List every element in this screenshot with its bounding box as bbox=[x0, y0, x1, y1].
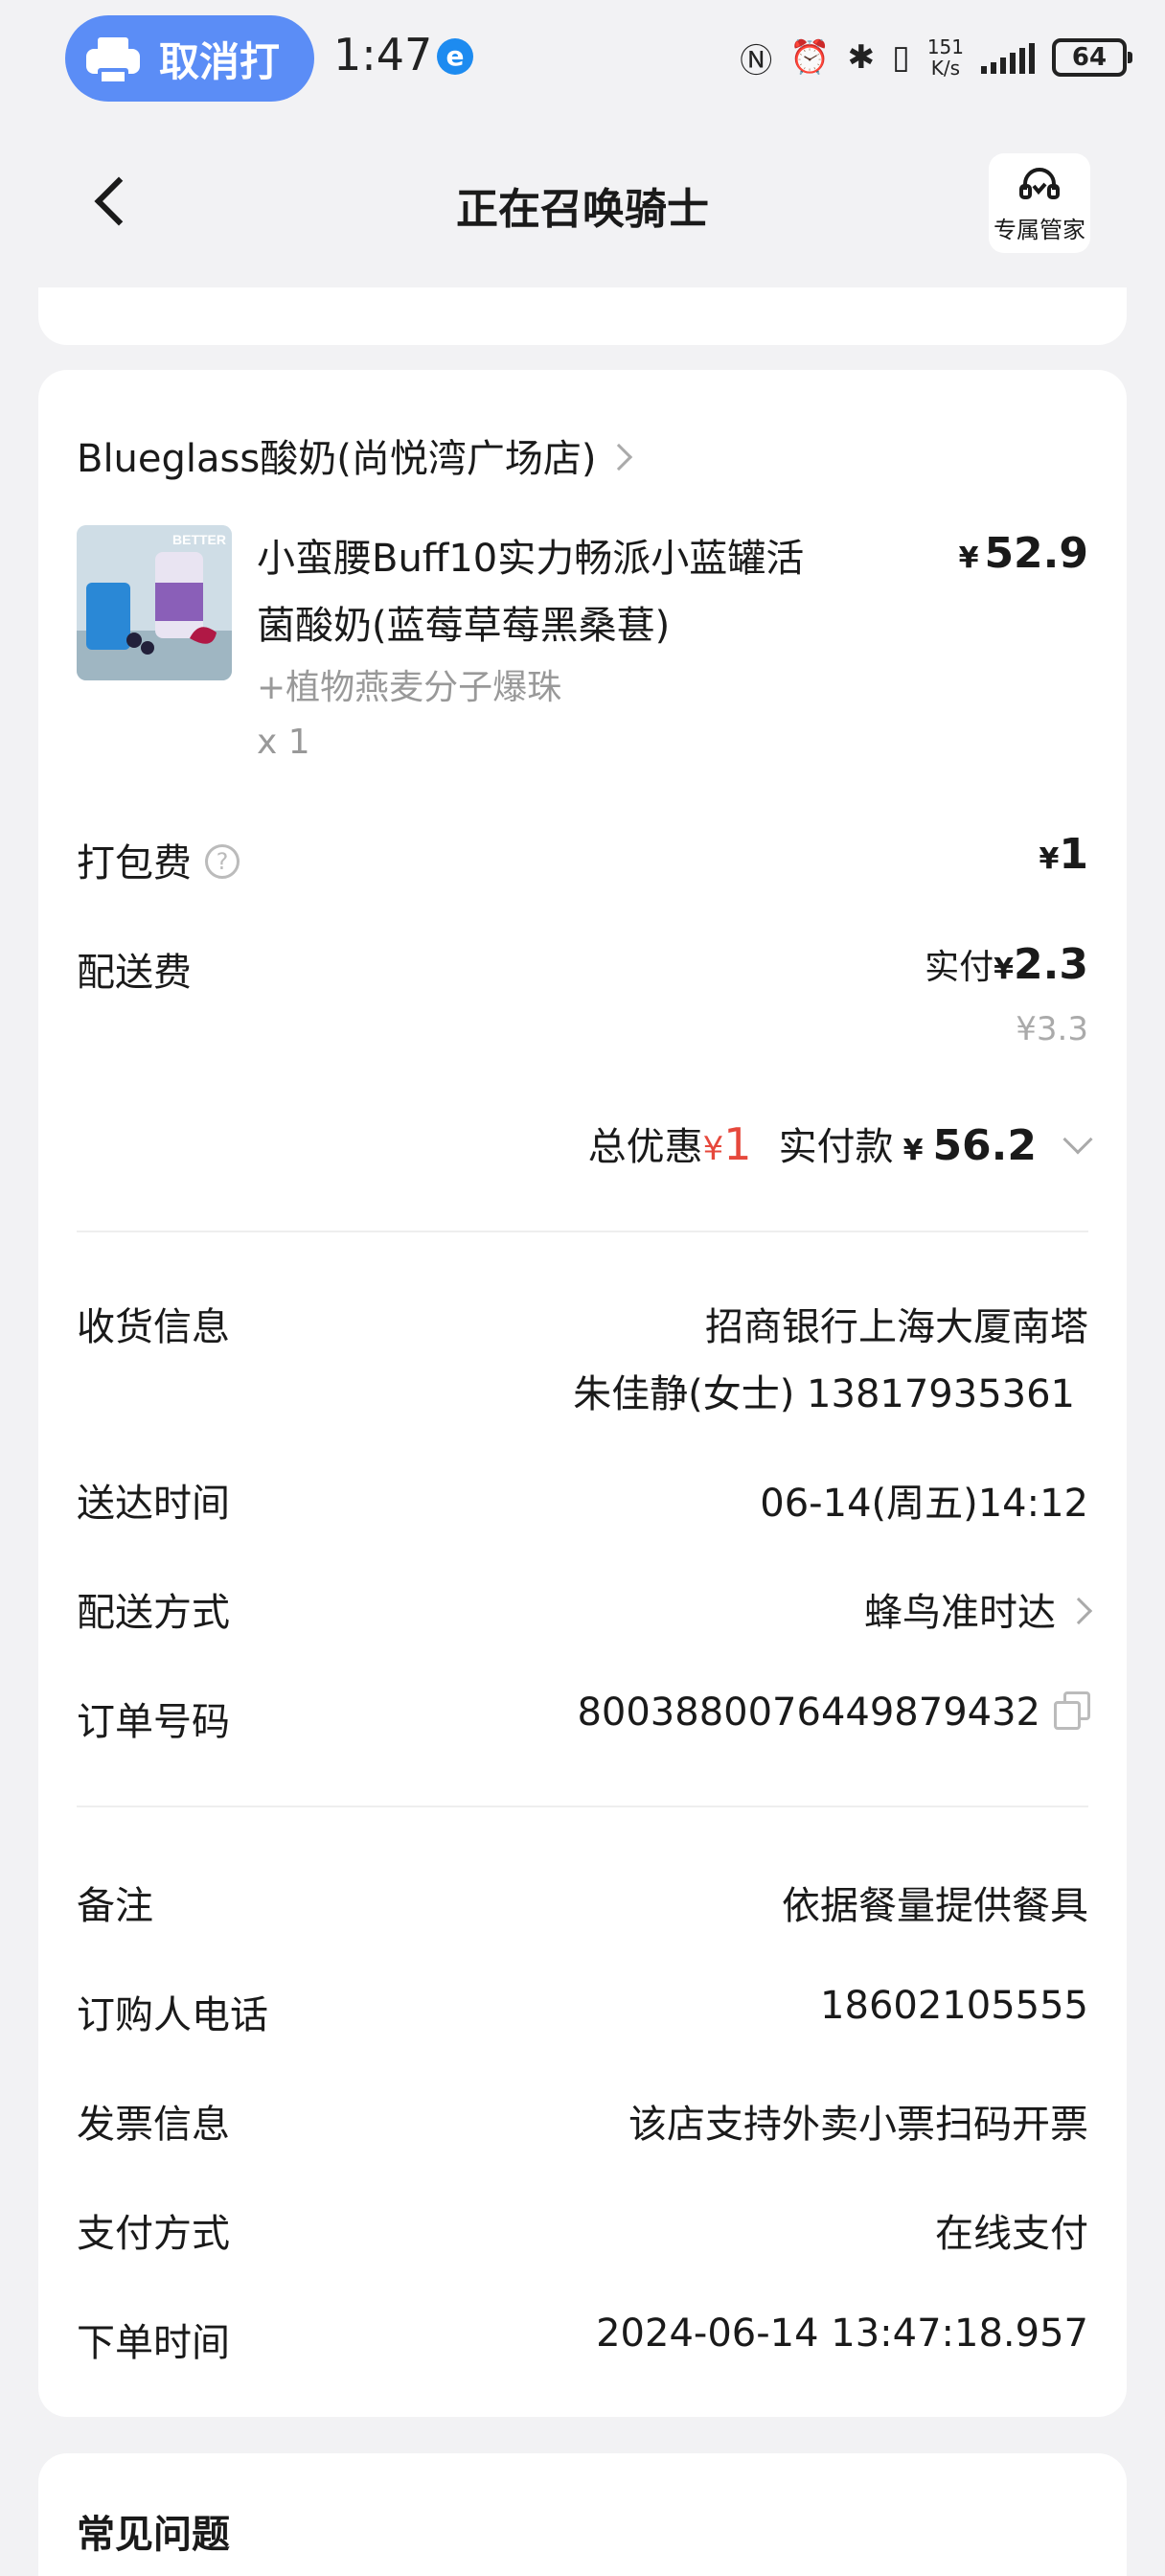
invoice-label: 发票信息 bbox=[77, 2103, 230, 2147]
store-link[interactable]: Blueglass酸奶(尚悦湾广场店) bbox=[77, 427, 633, 483]
previous-card bbox=[38, 288, 1127, 345]
chevron-right-icon bbox=[1064, 1597, 1093, 1625]
product-price: ¥52.9 bbox=[958, 529, 1088, 578]
alarm-icon: ⏰ bbox=[789, 38, 831, 77]
divider bbox=[77, 1806, 1088, 1807]
vibrate-icon: ▯ bbox=[892, 38, 910, 77]
packing-fee-value: ¥1 bbox=[1039, 830, 1089, 879]
delivery-fee-original: ¥3.3 bbox=[1016, 1010, 1088, 1048]
delivery-method-value: 蜂鸟准时达 bbox=[864, 1591, 1056, 1635]
product-name: 小蛮腰Buff10实力畅派小蓝罐活菌酸奶(蓝莓草莓黑桑葚) bbox=[257, 537, 805, 648]
cast-cancel-label: 取消打 bbox=[159, 37, 281, 85]
note-value: 依据餐量提供餐具 bbox=[782, 1884, 1088, 1928]
faq-title: 常见问题 bbox=[77, 2513, 230, 2557]
order-total-summary[interactable]: 总优惠 ¥1 实付款 ¥ 56.2 bbox=[587, 1116, 1093, 1171]
arrival-time-value: 06-14(周五)14:12 bbox=[760, 1482, 1088, 1526]
headset-icon bbox=[1019, 168, 1060, 199]
order-number-value: 8003880076449879432 bbox=[577, 1690, 1090, 1735]
address-label: 收货信息 bbox=[77, 1305, 230, 1349]
product-quantity: x 1 bbox=[257, 723, 310, 762]
bluetooth-icon: ✱ bbox=[847, 38, 876, 77]
arrival-time-label: 送达时间 bbox=[77, 1482, 230, 1526]
order-time-value: 2024-06-14 13:47:18.957 bbox=[596, 2312, 1088, 2356]
order-detail-card: Blueglass酸奶(尚悦湾广场店) BETTER 小蛮腰Buff10实力畅派… bbox=[38, 370, 1127, 2417]
product-addon: +植物燕麦分子爆珠 bbox=[257, 668, 562, 707]
delivery-method-label: 配送方式 bbox=[77, 1591, 230, 1635]
payment-method-label: 支付方式 bbox=[77, 2212, 230, 2256]
discount-label: 总优惠 bbox=[587, 1125, 703, 1169]
phone-label: 订购人电话 bbox=[77, 1993, 268, 2037]
chevron-right-icon bbox=[605, 443, 633, 472]
paid-label: 实付款 bbox=[778, 1125, 894, 1169]
nfc-icon: Ⓝ bbox=[740, 41, 773, 80]
packing-fee-label: 打包费? bbox=[77, 832, 240, 887]
address-value: 招商银行上海大厦南塔 bbox=[705, 1305, 1088, 1349]
divider bbox=[77, 1230, 1088, 1232]
browser-e-icon: e bbox=[437, 38, 473, 75]
invoice-value: 该店支持外卖小票扫码开票 bbox=[628, 2103, 1088, 2147]
signal-icon bbox=[981, 41, 1035, 74]
copy-icon[interactable] bbox=[1054, 1691, 1090, 1730]
contact-value: 朱佳静(女士) 13817935361 bbox=[573, 1372, 1075, 1416]
discount-value: ¥1 bbox=[702, 1118, 752, 1170]
product-image[interactable]: BETTER bbox=[77, 525, 232, 680]
help-icon[interactable]: ? bbox=[205, 844, 240, 879]
cast-cancel-pill[interactable]: 取消打 bbox=[65, 15, 314, 102]
payment-method-value: 在线支付 bbox=[935, 2212, 1088, 2256]
page-header: 正在召唤骑士 专属管家 bbox=[0, 144, 1165, 259]
note-label: 备注 bbox=[77, 1884, 153, 1928]
delivery-fee-value: 实付¥2.3 bbox=[925, 940, 1088, 989]
printer-icon bbox=[84, 30, 142, 87]
status-time: 1:47 bbox=[333, 29, 433, 80]
order-number-label: 订单号码 bbox=[77, 1700, 230, 1744]
order-time-label: 下单时间 bbox=[77, 2321, 230, 2365]
phone-value: 18602105555 bbox=[820, 1984, 1088, 2028]
faq-card: 常见问题 bbox=[38, 2453, 1127, 2576]
personal-service-button[interactable]: 专属管家 bbox=[989, 153, 1090, 253]
store-name: Blueglass酸奶(尚悦湾广场店) bbox=[77, 437, 597, 481]
paid-total: 56.2 bbox=[932, 1121, 1037, 1170]
battery-icon: 64 bbox=[1052, 38, 1132, 77]
network-speed: 151 K/s bbox=[926, 35, 964, 80]
delivery-fee-label: 配送费 bbox=[77, 951, 192, 995]
status-bar: 取消打 1:47 e Ⓝ ⏰ ✱ ▯ 151 K/s 64 bbox=[0, 0, 1165, 115]
chevron-down-icon bbox=[1062, 1124, 1093, 1155]
personal-service-label: 专属管家 bbox=[994, 217, 1085, 243]
delivery-method-link[interactable]: 蜂鸟准时达 bbox=[864, 1581, 1093, 1637]
product-image-brand: BETTER bbox=[172, 532, 226, 547]
system-icons: Ⓝ ⏰ ✱ ▯ 151 K/s 64 bbox=[740, 29, 1132, 86]
